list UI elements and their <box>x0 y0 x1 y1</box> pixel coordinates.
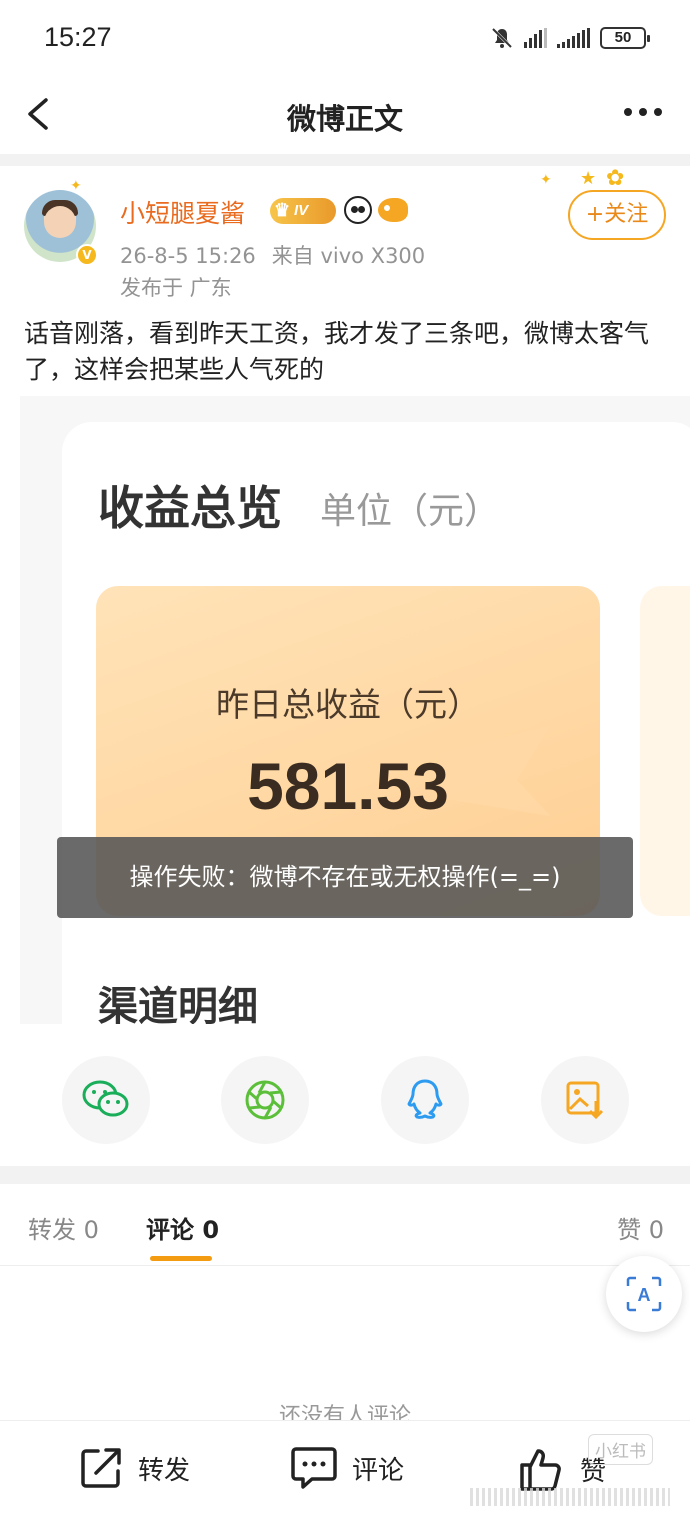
comment-icon <box>291 1447 337 1489</box>
post-source: 来自 vivo X300 <box>271 244 426 268</box>
qq-share-button[interactable] <box>381 1056 469 1144</box>
follow-button[interactable]: +关注 <box>568 190 666 240</box>
comment-label: 评论 <box>352 1455 405 1486</box>
wechat-icon <box>82 1080 129 1117</box>
fish-badge-icon[interactable] <box>378 198 408 222</box>
post-date: 26-8-5 15:26 <box>120 244 256 268</box>
divider <box>0 1166 690 1184</box>
divider <box>0 154 690 166</box>
panda-badge-icon[interactable] <box>344 196 372 224</box>
moments-share-button[interactable] <box>221 1056 309 1144</box>
thumbs-up-icon <box>520 1449 561 1491</box>
sparkle-icon: ★ <box>580 168 597 189</box>
translate-button[interactable]: A <box>606 1256 682 1332</box>
signal-icon <box>524 28 547 48</box>
repost-icon <box>81 1448 121 1488</box>
save-image-button[interactable] <box>541 1056 629 1144</box>
repost-label: 转发 <box>138 1455 191 1486</box>
user-name[interactable]: 小短腿夏酱 <box>120 194 245 230</box>
post-meta: 26-8-5 15:26 来自 vivo X300 <box>120 240 425 270</box>
status-time: 15:27 <box>44 22 112 52</box>
watermark-pattern <box>470 1488 670 1506</box>
comment-tabs: 转发 0 评论 0 赞 0 <box>0 1184 690 1266</box>
earnings-value: 581.53 <box>247 749 449 823</box>
verified-badge-icon: V <box>76 244 98 266</box>
image-unit: 单位（元） <box>320 491 501 532</box>
sparkle-icon: ✿ <box>606 166 625 191</box>
side-card <box>640 586 690 916</box>
battery-icon: 50 <box>600 27 650 49</box>
more-dots-icon[interactable] <box>624 108 662 116</box>
post-text: 话音刚落，看到昨天工资，我才发了三条吧，微博太客气了，这样会把某些人气死的 <box>24 319 650 384</box>
nav-bar: 微博正文 <box>0 80 690 152</box>
translate-icon: A <box>626 1276 662 1312</box>
tab-indicator <box>150 1256 212 1261</box>
tab-repost[interactable]: 转发 0 <box>28 1210 99 1245</box>
watermark: 小红书 <box>588 1434 653 1465</box>
moments-icon <box>245 1080 285 1120</box>
member-level-badge[interactable]: IV <box>270 197 336 224</box>
comment-button[interactable]: 评论 <box>290 1445 404 1491</box>
status-bar: 15:27 50 <box>0 0 690 80</box>
post-location: 发布于 广东 <box>120 276 232 300</box>
mute-bell-icon <box>491 27 513 49</box>
repost-button[interactable]: 转发 <box>78 1445 190 1491</box>
image-title: 收益总览 <box>98 481 282 535</box>
qq-icon <box>407 1079 443 1119</box>
sparkle-icon: ✦ <box>540 172 552 188</box>
wechat-share-button[interactable] <box>62 1056 150 1144</box>
tab-like[interactable]: 赞 0 <box>617 1210 664 1245</box>
share-row <box>0 1050 690 1150</box>
save-image-icon <box>566 1081 604 1120</box>
status-icons: 50 <box>490 26 650 50</box>
signal-icon <box>557 28 590 48</box>
section-title: 渠道明细 <box>98 984 258 1024</box>
sparkle-icon: ✦ <box>70 178 82 194</box>
error-toast: 操作失败：微博不存在或无权操作(=_=) <box>57 837 633 918</box>
svg-text:A: A <box>638 1285 651 1305</box>
earnings-label: 昨日总收益（元） <box>216 685 480 724</box>
post-image[interactable]: 收益总览 单位（元） 昨日总收益（元） 581.53 渠道明细 <box>20 396 690 1024</box>
page-title: 微博正文 <box>286 102 403 136</box>
tab-comment[interactable]: 评论 0 <box>146 1210 219 1245</box>
